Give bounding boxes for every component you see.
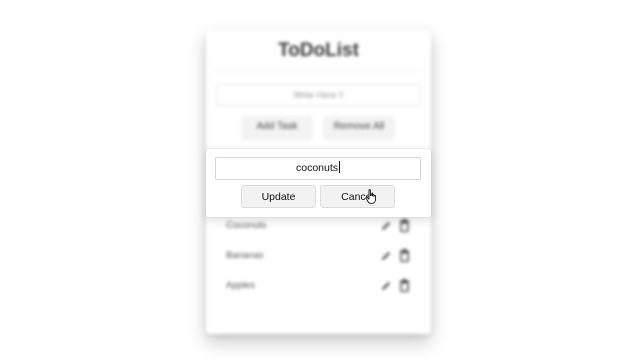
remove-all-button[interactable]: Remove All — [324, 116, 394, 138]
pencil-icon[interactable] — [380, 220, 392, 232]
trash-icon[interactable] — [399, 279, 410, 292]
screen: ToDoList Write Here !! Add Task Remove A… — [0, 0, 640, 360]
task-input[interactable]: Write Here !! — [216, 84, 421, 106]
edit-input-value: coconuts — [295, 162, 339, 174]
app-title: ToDoList — [278, 40, 359, 61]
edit-task-input[interactable]: coconuts — [215, 157, 421, 180]
text-caret — [339, 161, 341, 173]
title-divider — [214, 70, 423, 71]
task-item: Apples — [226, 278, 410, 294]
task-item: Bananas — [226, 248, 410, 264]
update-button[interactable]: Update — [241, 185, 316, 208]
pencil-icon[interactable] — [380, 250, 392, 262]
task-label: Coconuts — [226, 220, 267, 231]
hand-pointer-icon — [365, 189, 376, 204]
trash-icon[interactable] — [399, 249, 410, 262]
edit-task-dialog: coconuts Update Cancel — [206, 149, 431, 217]
task-label: Apples — [226, 280, 256, 291]
cancel-button[interactable]: Cancel — [320, 185, 395, 208]
task-item: Coconuts — [226, 218, 410, 234]
add-task-button[interactable]: Add Task — [242, 116, 312, 138]
task-label: Bananas — [226, 250, 264, 261]
trash-icon[interactable] — [399, 219, 410, 232]
pencil-icon[interactable] — [380, 280, 392, 292]
